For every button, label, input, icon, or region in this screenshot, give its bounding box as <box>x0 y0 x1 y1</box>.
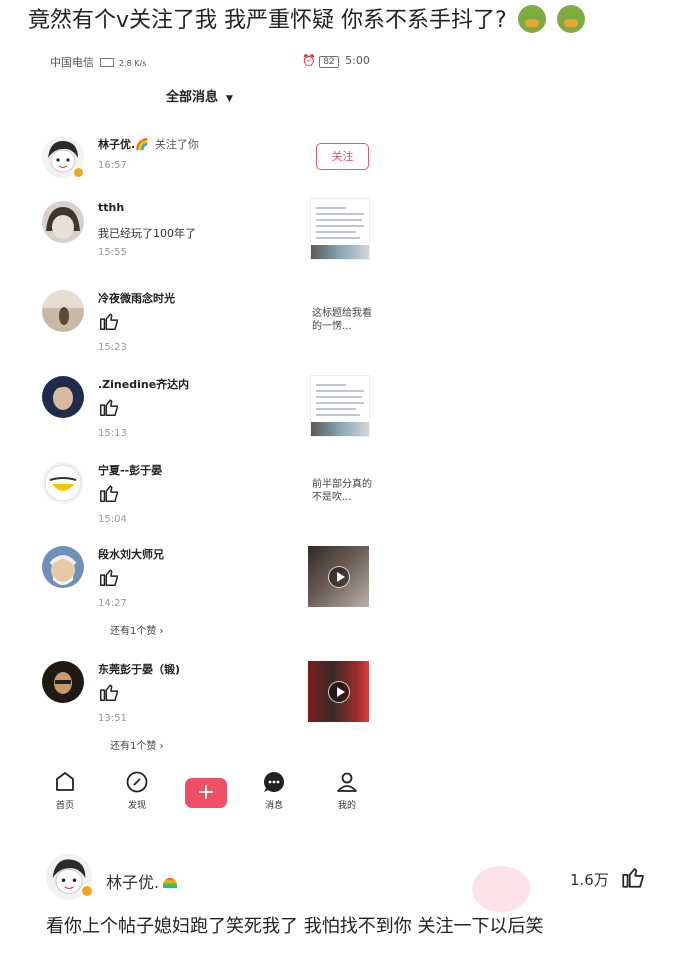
signal-icon <box>99 58 114 67</box>
more-likes-link[interactable]: 还有1个赞 › <box>110 622 164 637</box>
thumbs-up-icon <box>100 399 118 416</box>
watermark-stamp <box>472 866 530 912</box>
play-icon <box>328 566 350 588</box>
carrier-label: 中国电信 <box>50 56 94 69</box>
caret-down-icon: ▼ <box>226 94 233 104</box>
timestamp: 15:55 <box>98 247 127 258</box>
verified-badge-icon <box>80 884 94 898</box>
status-bar-right: ⏰ 82 5:00 <box>302 54 370 68</box>
timestamp: 15:13 <box>98 428 127 439</box>
compass-icon <box>126 771 148 793</box>
comment-text: 我已经玩了100年了 <box>98 227 196 240</box>
timestamp: 13:51 <box>98 713 127 724</box>
play-icon <box>328 681 350 703</box>
thumbs-up-icon <box>100 684 118 701</box>
bottom-tab-bar: 首页 发现 + 消息 我的 <box>0 770 420 820</box>
timestamp: 15:04 <box>98 514 127 525</box>
more-likes-link[interactable]: 还有1个赞 › <box>110 737 164 752</box>
post-title: 竟然有个v关注了我 我严重怀疑 你系不系手抖了? <box>28 2 585 34</box>
alarm-icon: ⏰ <box>302 54 316 67</box>
chat-bubble-icon <box>264 772 284 792</box>
person-icon <box>337 772 357 792</box>
timestamp: 15:23 <box>98 342 127 353</box>
avatar[interactable] <box>42 462 84 504</box>
tab-home[interactable]: 首页 <box>40 770 90 811</box>
tab-messages[interactable]: 消息 <box>249 770 299 811</box>
thumbs-up-icon <box>100 485 118 502</box>
dinosaur-emoji-icon <box>556 5 585 33</box>
message-filter-label: 全部消息 <box>166 90 219 105</box>
verified-badge-icon <box>72 166 85 179</box>
username[interactable]: 段水刘大师兄 <box>98 546 164 562</box>
video-thumbnail[interactable] <box>308 661 369 722</box>
video-thumbnail[interactable] <box>308 546 369 607</box>
avatar[interactable] <box>42 546 84 588</box>
thumbs-up-icon <box>100 569 118 586</box>
username[interactable]: tthh <box>98 201 124 214</box>
username[interactable]: 林子优.🌈 关注了你 <box>98 136 199 152</box>
username[interactable]: .Zinedine齐达内 <box>98 376 189 392</box>
comment-text: 看你上个帖子媳妇跑了笑死我了 我怕找不到你 关注一下以后笑 <box>46 916 544 937</box>
post-title-text: 竟然有个v关注了我 我严重怀疑 你系不系手抖了? <box>28 8 507 33</box>
timestamp: 16:57 <box>98 160 127 171</box>
post-thumbnail-text[interactable]: 前半部分真的不是吹... <box>312 478 372 504</box>
battery-icon: 82 <box>319 56 339 68</box>
avatar[interactable] <box>42 201 84 243</box>
avatar[interactable] <box>42 661 84 703</box>
clock: 5:00 <box>345 54 370 67</box>
tab-label: 首页 <box>55 801 74 811</box>
net-speed: 2.8 K/s <box>119 59 147 68</box>
tab-discover[interactable]: 发现 <box>112 770 162 811</box>
comment-username[interactable]: 林子优. <box>106 869 178 893</box>
thumbs-up-icon[interactable] <box>620 864 646 890</box>
avatar[interactable] <box>42 376 84 418</box>
timestamp: 14:27 <box>98 598 127 609</box>
rainbow-emoji-icon <box>163 878 178 888</box>
post-thumbnail-text[interactable]: 这标题给我看的一愣... <box>312 307 372 333</box>
username[interactable]: 冷夜微雨念时光 <box>98 290 175 306</box>
comment-like-count: 1.6万 <box>570 871 609 889</box>
username[interactable]: 东莞彭于晏（锻) <box>98 661 180 677</box>
tab-label: 发现 <box>127 801 146 811</box>
tab-label: 消息 <box>264 801 283 811</box>
action-text: 关注了你 <box>154 138 199 151</box>
avatar[interactable] <box>42 290 84 332</box>
tab-label: 我的 <box>337 801 356 811</box>
tab-me[interactable]: 我的 <box>322 770 372 811</box>
post-thumbnail[interactable] <box>310 375 370 437</box>
home-icon <box>56 772 74 791</box>
thumbs-up-icon <box>100 313 118 330</box>
dinosaur-emoji-icon <box>517 5 546 33</box>
follow-button[interactable]: 关注 <box>316 143 369 170</box>
post-thumbnail[interactable] <box>310 198 370 260</box>
message-filter-dropdown[interactable]: 全部消息 ▼ <box>166 86 233 105</box>
username[interactable]: 宁夏--彭于晏 <box>98 462 162 478</box>
post-create-button[interactable]: + <box>185 778 227 808</box>
